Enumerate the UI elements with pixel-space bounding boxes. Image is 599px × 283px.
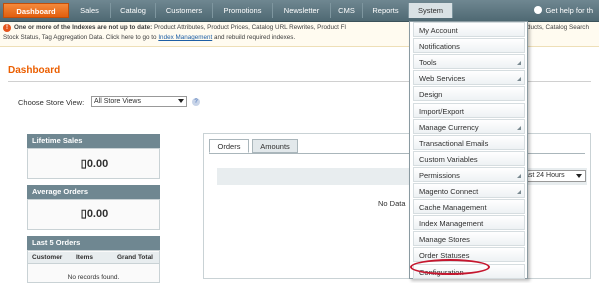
menu-item-label: Permissions — [419, 170, 460, 180]
menu-item-design[interactable]: Design — [413, 86, 525, 102]
menu-item-label: Magento Connect — [419, 187, 479, 196]
submenu-arrow-icon — [517, 190, 521, 194]
menu-item-label: Index Management — [419, 219, 484, 229]
menu-item-index-management[interactable]: Index Management — [413, 215, 525, 231]
menu-item-label: Import/Export — [419, 106, 465, 116]
submenu-arrow-icon — [517, 173, 521, 178]
menu-item-custom-variables[interactable]: Custom Variables — [413, 150, 525, 166]
average-orders-header: Average Orders — [27, 185, 160, 199]
menu-item-label: Cache Management — [419, 203, 487, 213]
highlight-circle — [410, 259, 490, 275]
last-orders-table-header: Customer Items Grand Total — [28, 252, 159, 264]
menu-item-import-export[interactable]: Import/Export — [413, 102, 525, 118]
menu-item-label: Notifications — [419, 42, 460, 52]
period-select[interactable]: ast 24 Hours — [519, 170, 586, 182]
nav-catalog[interactable]: Catalog — [111, 3, 156, 18]
index-management-link[interactable]: Index Management — [158, 34, 212, 41]
chevron-down-icon — [178, 99, 184, 103]
column-items: Items — [76, 254, 93, 261]
nav-sales[interactable]: Sales — [69, 3, 111, 18]
menu-item-label: Web Services — [419, 74, 466, 84]
warning-text-tail: ducts, Catalog Search — [527, 24, 589, 31]
no-records-text: No records found. — [67, 274, 120, 281]
tab-orders[interactable]: Orders — [209, 139, 249, 153]
average-orders-value: ▯0.00 — [80, 208, 109, 220]
column-customer: Customer — [32, 254, 63, 261]
column-grand-total: Grand Total — [117, 254, 153, 261]
submenu-arrow-icon — [517, 61, 521, 66]
store-view-select[interactable]: All Store Views — [91, 96, 187, 107]
menu-item-notifications[interactable]: Notifications — [413, 38, 525, 54]
lifetime-sales-header: Lifetime Sales — [27, 134, 160, 148]
lifetime-sales-value: ▯0.00 — [80, 158, 109, 170]
chevron-down-icon — [576, 174, 582, 178]
menu-item-magento-connect[interactable]: Magento Connect — [413, 183, 525, 198]
menu-item-label: Tools — [419, 58, 437, 68]
menu-item-transactional-emails[interactable]: Transactional Emails — [413, 134, 525, 150]
help-link[interactable]: Get help for th — [534, 3, 593, 18]
main-navigation: Dashboard Sales Catalog Customers Promot… — [0, 0, 599, 22]
submenu-arrow-icon — [517, 125, 521, 130]
warning-text-post: and rebuild required indexes. — [212, 34, 296, 41]
menu-item-label: Manage Currency — [419, 122, 479, 132]
nav-newsletter[interactable]: Newsletter — [273, 3, 331, 18]
menu-item-my-account[interactable]: My Account — [413, 22, 525, 37]
nav-dashboard[interactable]: Dashboard — [3, 3, 69, 18]
average-orders-panel: ▯0.00 — [27, 199, 160, 230]
period-value: ast 24 Hours — [525, 172, 565, 179]
warning-text-pre: Stock Status, Tag Aggregation Data. Clic… — [3, 34, 159, 41]
menu-item-permissions[interactable]: Permissions — [413, 166, 525, 182]
lifetime-sales-panel: ▯0.00 — [27, 148, 160, 179]
menu-item-label: My Account — [419, 26, 458, 35]
nav-cms[interactable]: CMS — [331, 3, 363, 18]
menu-item-tools[interactable]: Tools — [413, 54, 525, 70]
question-icon[interactable]: ? — [192, 98, 200, 106]
tab-divider — [209, 153, 585, 154]
page-title: Dashboard — [8, 65, 61, 76]
menu-item-cache-management[interactable]: Cache Management — [413, 199, 525, 215]
menu-item-label: Custom Variables — [419, 154, 478, 164]
submenu-arrow-icon — [517, 77, 521, 82]
no-data-text: No Data — [378, 199, 406, 208]
last-orders-header: Last 5 Orders — [27, 236, 160, 250]
warning-icon: ! — [3, 24, 11, 32]
nav-system[interactable]: System — [409, 3, 453, 18]
store-view-value: All Store Views — [94, 98, 141, 105]
warning-text: Product Attributes, Product Prices, Cata… — [152, 24, 346, 31]
help-icon — [534, 6, 543, 14]
nav-customers[interactable]: Customers — [156, 3, 213, 18]
menu-item-label: Manage Stores — [419, 235, 470, 245]
menu-item-manage-stores[interactable]: Manage Stores — [413, 231, 525, 247]
warning-line-1: One or more of the Indexes are not up to… — [14, 23, 346, 33]
store-view-label: Choose Store View: — [18, 98, 85, 107]
nav-reports[interactable]: Reports — [363, 3, 409, 18]
menu-item-web-services[interactable]: Web Services — [413, 70, 525, 86]
warning-line-2: Stock Status, Tag Aggregation Data. Clic… — [3, 33, 295, 43]
warning-bold-text: One or more of the Indexes are not up to… — [14, 24, 153, 31]
menu-item-manage-currency[interactable]: Manage Currency — [413, 118, 525, 134]
menu-item-label: Transactional Emails — [419, 138, 489, 148]
tab-amounts[interactable]: Amounts — [252, 139, 298, 153]
help-label: Get help for th — [545, 6, 593, 15]
nav-promotions[interactable]: Promotions — [213, 3, 273, 18]
menu-item-label: Design — [419, 90, 443, 100]
